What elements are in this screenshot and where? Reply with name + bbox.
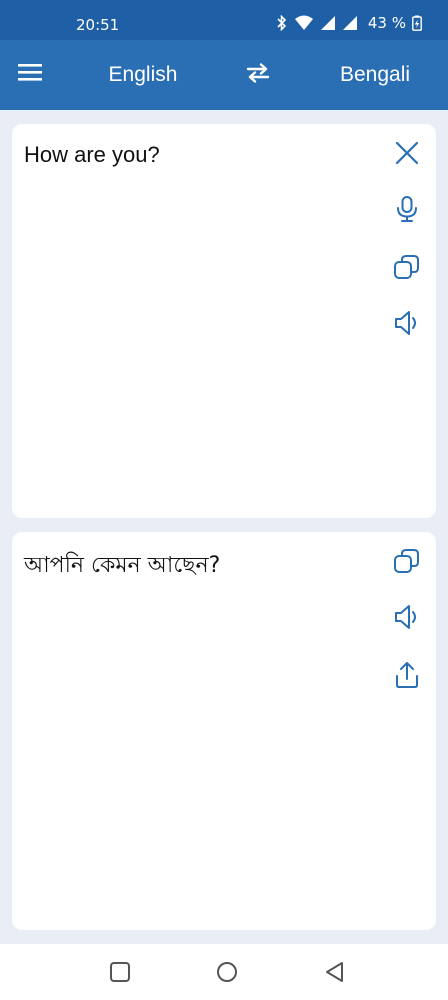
copy-icon [392,546,422,576]
translated-text: আপনি কেমন আছেন? [24,553,221,578]
battery-percentage: 43 % [367,14,406,32]
input-text-field[interactable]: How are you? [24,142,364,168]
share-icon [392,660,422,690]
source-language-selector[interactable]: English [84,63,202,87]
status-bar: 20:51 43 % [0,0,448,40]
status-time: 20:51 [76,16,120,34]
share-button[interactable] [392,660,422,690]
wifi-icon [294,15,314,31]
recents-button[interactable] [109,961,133,985]
target-language-selector[interactable]: Bengali [322,63,428,87]
copy-output-button[interactable] [392,546,422,576]
hamburger-menu-icon [18,64,44,86]
microphone-button[interactable] [392,194,422,224]
input-card: How are you? [12,124,436,518]
speak-output-button[interactable] [392,602,422,632]
battery-charging-icon [412,15,422,31]
back-triangle-icon [324,961,348,983]
bluetooth-icon [276,15,288,31]
output-card: আপনি কেমন আছেন? [12,532,436,930]
swap-arrows-icon [244,63,272,88]
app-bar: English Bengali [0,40,448,110]
signal-icon [320,15,336,31]
swap-languages-button[interactable] [244,62,274,88]
home-button[interactable] [216,961,240,985]
system-navigation-bar [0,944,448,1000]
menu-button[interactable] [18,62,52,88]
clear-button[interactable] [392,138,422,168]
recents-square-icon [109,961,133,983]
speak-input-button[interactable] [392,308,422,338]
speaker-icon [392,308,422,338]
copy-input-button[interactable] [392,252,422,282]
status-icons: 43 % [276,14,422,32]
microphone-icon [392,194,422,224]
home-circle-icon [216,961,240,983]
signal-icon-2 [342,15,358,31]
back-button[interactable] [324,961,348,985]
speaker-icon [392,602,422,632]
copy-icon [392,252,422,282]
close-icon [392,138,422,168]
